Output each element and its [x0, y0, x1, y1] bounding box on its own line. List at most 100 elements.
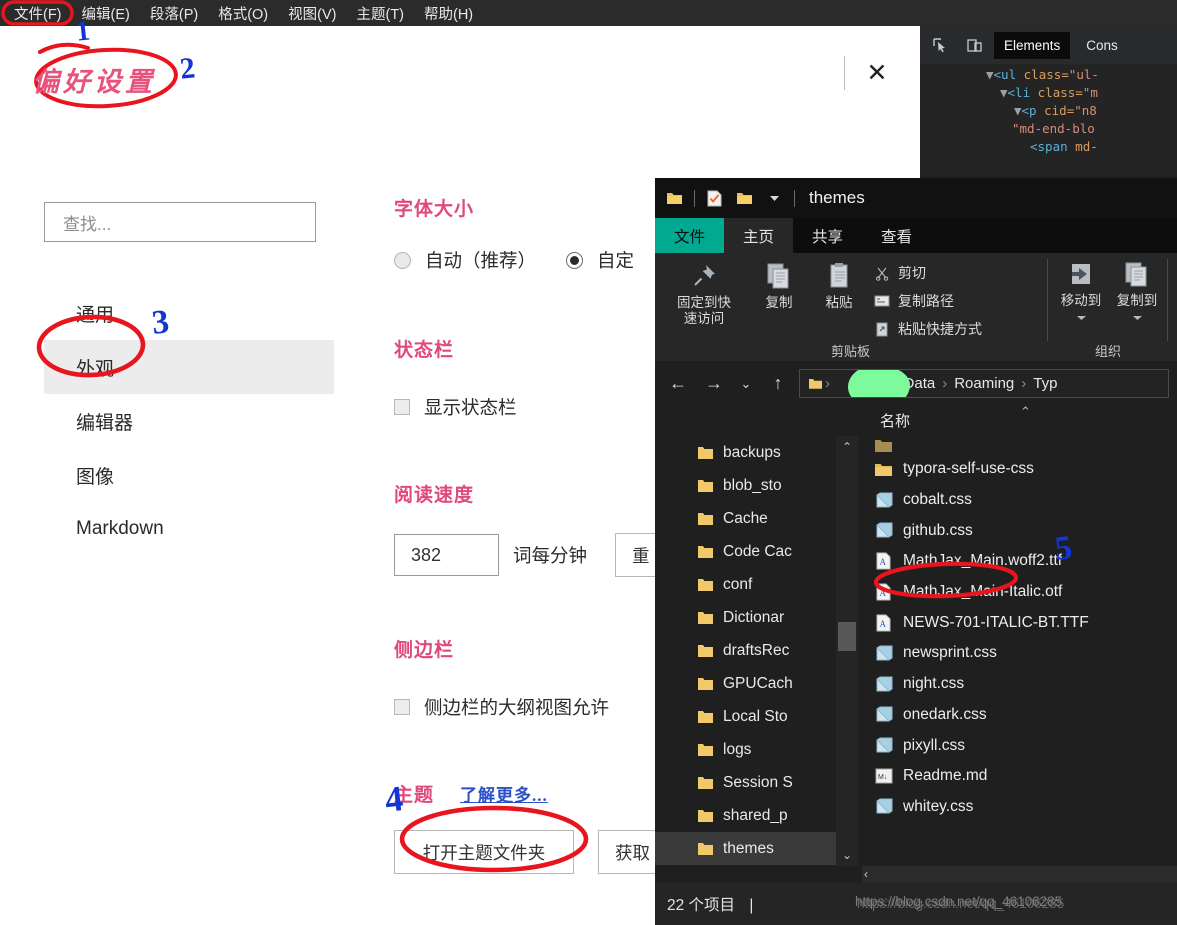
inspect-icon[interactable] [926, 33, 954, 57]
reading-speed-input[interactable]: 382 [394, 534, 499, 576]
scroll-down-icon[interactable]: ⌄ [836, 844, 858, 866]
list-item[interactable]: A NEWS-701-ITALIC-BT.TTF [862, 607, 1177, 638]
tab-view[interactable]: 查看 [862, 218, 931, 253]
tree-item[interactable]: Code Cac [655, 535, 853, 568]
file-list-horizontal-scrollbar[interactable]: ‹ [862, 866, 1177, 883]
tree-item-themes[interactable]: themes [655, 832, 853, 865]
chevron-down-icon[interactable] [763, 187, 785, 209]
sidebar-item-markdown[interactable]: Markdown [44, 502, 334, 556]
delete-button[interactable]: 删除 [1171, 261, 1177, 309]
tree-item[interactable]: logs [655, 733, 853, 766]
tree-item-label: GPUCach [723, 674, 793, 692]
chevron-down-icon[interactable] [1076, 309, 1087, 325]
titlebar-divider [694, 189, 695, 207]
properties-icon[interactable] [703, 187, 725, 209]
breadcrumb-typora[interactable]: Typ [1033, 375, 1057, 392]
checkbox-sidebar-outline[interactable] [394, 699, 410, 715]
tab-share[interactable]: 共享 [793, 218, 862, 253]
learn-more-link[interactable]: 了解更多... [460, 781, 548, 806]
back-icon[interactable]: ← [665, 371, 691, 397]
up-icon[interactable]: ↑ [765, 371, 791, 397]
menu-item-help[interactable]: 帮助(H) [414, 0, 483, 27]
menu-item-view[interactable]: 视图(V) [278, 0, 346, 27]
list-item[interactable] [862, 436, 1177, 454]
tree-item[interactable]: shared_p [655, 799, 853, 832]
copy-to-button[interactable]: 复制到 [1111, 261, 1163, 325]
radio-custom-font-size[interactable] [566, 251, 584, 269]
tree-item[interactable]: Local Sto [655, 700, 853, 733]
tree-item-label: draftsRec [723, 641, 790, 659]
paste-button[interactable]: 粘贴 [811, 261, 867, 311]
breadcrumb-appdata[interactable]: AppData [877, 375, 935, 392]
tree-item[interactable]: Cache [655, 502, 853, 535]
address-input[interactable]: › › AppData › Roaming › Typ [799, 369, 1169, 398]
menu-item-edit[interactable]: 编辑(E) [72, 0, 140, 27]
menu-item-theme[interactable]: 主题(T) [346, 0, 414, 27]
checkbox-show-status-bar[interactable] [394, 399, 410, 415]
folder-icon[interactable] [663, 187, 685, 209]
tab-elements[interactable]: Elements [994, 31, 1071, 59]
list-item[interactable]: A MathJax_Main-Italic.otf [862, 577, 1177, 608]
device-toolbar-icon[interactable] [960, 33, 988, 57]
tree-item-label: blob_sto [723, 476, 782, 494]
list-item[interactable]: newsprint.css [862, 638, 1177, 669]
sidebar-item-general[interactable]: 通用 [44, 286, 334, 340]
paste-shortcut-button[interactable]: 粘贴快捷方式 [873, 319, 982, 339]
forward-icon[interactable]: → [701, 371, 727, 397]
list-item-github-css[interactable]: github.css [862, 515, 1177, 546]
open-theme-folder-button[interactable]: 打开主题文件夹 [394, 830, 574, 874]
preferences-nav: 通用 外观 编辑器 图像 Markdown [44, 286, 334, 556]
list-item[interactable]: whitey.css [862, 792, 1177, 823]
pin-to-quick-access-button[interactable]: 固定到快 速访问 [665, 261, 743, 327]
tree-item[interactable]: Session S [655, 766, 853, 799]
search-input[interactable]: 查找... [44, 202, 316, 242]
close-icon[interactable]: ✕ [860, 56, 894, 90]
move-to-button[interactable]: 移动到 [1055, 261, 1107, 325]
explorer-ribbon-tabs: 文件 主页 共享 查看 [655, 218, 1177, 253]
chevron-down-icon[interactable] [1132, 309, 1143, 325]
menu-item-paragraph[interactable]: 段落(P) [140, 0, 208, 27]
menu-item-format[interactable]: 格式(O) [208, 0, 278, 27]
sidebar-item-label: 通用 [76, 304, 115, 326]
recent-locations-icon[interactable]: ⌄ [733, 371, 759, 397]
list-item-label: Readme.md [903, 767, 988, 785]
scroll-left-icon[interactable]: ‹ [864, 867, 868, 881]
scrollbar-thumb[interactable] [838, 622, 856, 651]
list-item-label: typora-self-use-css [903, 460, 1034, 478]
breadcrumb-roaming[interactable]: Roaming [954, 375, 1014, 392]
scroll-up-icon[interactable]: ⌃ [836, 436, 858, 458]
menu-item-file[interactable]: 文件(F) [4, 0, 72, 27]
cut-button[interactable]: 剪切 [873, 263, 926, 283]
list-item[interactable]: M↓ Readme.md [862, 761, 1177, 792]
list-item[interactable]: cobalt.css [862, 485, 1177, 516]
sidebar-item-appearance[interactable]: 外观 [44, 340, 334, 394]
list-item[interactable]: night.css [862, 669, 1177, 700]
tree-item[interactable]: draftsRec [655, 634, 853, 667]
tree-item[interactable]: Dictionar [655, 601, 853, 634]
new-folder-icon[interactable] [733, 187, 755, 209]
tree-scrollbar[interactable]: ⌃ ⌄ [836, 436, 858, 866]
list-item[interactable]: A MathJax_Main.woff2.ttf [862, 546, 1177, 577]
list-item[interactable]: typora-self-use-css [862, 454, 1177, 485]
tree-item[interactable]: backups [655, 436, 853, 469]
tab-console[interactable]: Cons [1076, 32, 1128, 59]
watermark-text-shadow: https://blog.csdn.net/qq_46106285 [857, 895, 1065, 911]
copy-button[interactable]: 复制 [751, 261, 807, 311]
radio-auto-font-size[interactable] [394, 251, 411, 269]
tab-file[interactable]: 文件 [655, 218, 725, 253]
tab-home[interactable]: 主页 [724, 218, 794, 253]
tree-item[interactable]: conf [655, 568, 853, 601]
css-file-icon [874, 491, 893, 510]
tree-item[interactable]: blob_sto [655, 469, 853, 502]
tree-item[interactable]: GPUCach [655, 667, 853, 700]
list-item[interactable]: pixyll.css [862, 730, 1177, 761]
font-file-icon: A [874, 583, 893, 602]
sidebar-item-editor[interactable]: 编辑器 [44, 394, 334, 448]
devtools-dom-tree[interactable]: ▼<ul class="ul- ▼<li class="m ▼<p cid="n… [920, 64, 1177, 176]
sidebar-item-image[interactable]: 图像 [44, 448, 334, 502]
copy-path-button[interactable]: 复制路径 [873, 291, 954, 311]
explorer-file-list: typora-self-use-css cobalt.css github.cs… [862, 436, 1177, 866]
list-item[interactable]: onedark.css [862, 700, 1177, 731]
column-header-name[interactable]: 名称 [880, 410, 910, 431]
ribbon-divider-2 [1167, 259, 1168, 341]
